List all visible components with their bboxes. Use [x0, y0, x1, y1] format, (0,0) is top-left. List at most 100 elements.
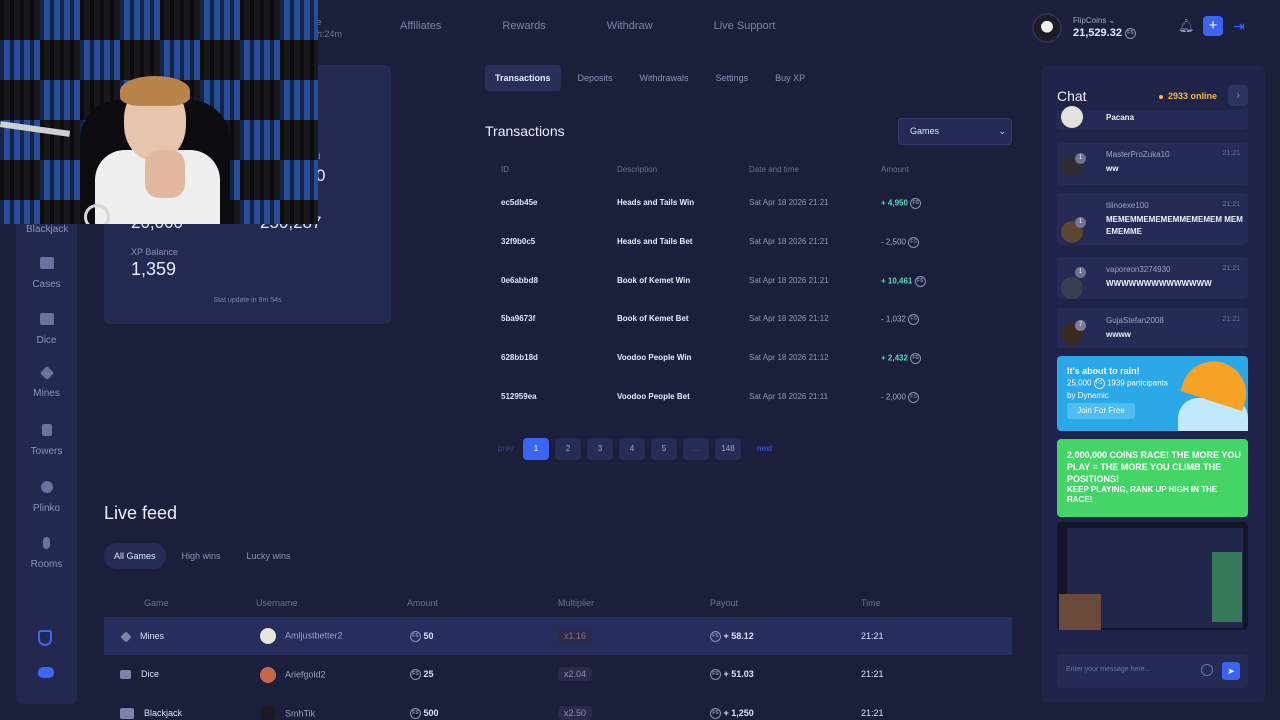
amount-cell: FS 25 [410, 669, 434, 681]
avatar [260, 667, 276, 683]
payout-cell: FS + 1,250 [710, 708, 754, 720]
username-cell[interactable]: Amljustbetter2 [260, 628, 343, 644]
nav-live-support[interactable]: Live Support [714, 20, 776, 32]
chat-time: 21:21 [1222, 201, 1240, 208]
tx-date: Sat Apr 18 2026 21:11 [749, 392, 829, 401]
pagination-page[interactable]: 1 [523, 438, 549, 460]
send-button[interactable]: ➤ [1222, 662, 1240, 680]
chat-username[interactable]: GujaStefan2008 [1106, 316, 1164, 325]
payout-cell: FS + 58.12 [710, 631, 754, 643]
column-header-description: Description [617, 165, 658, 174]
chat-time: 21:21 [1222, 265, 1240, 272]
tab-withdrawals[interactable]: Withdrawals [630, 65, 699, 91]
stat-update-timer: Stat update in 9m 54s [213, 297, 282, 304]
chevron-down-icon: ⌄ [998, 126, 1006, 136]
stream-thumbnail[interactable] [1057, 522, 1248, 630]
join-rain-button[interactable]: Join For Free [1067, 403, 1135, 419]
pagination-page[interactable]: 5 [651, 438, 677, 460]
pagination-page[interactable]: 148 [715, 438, 741, 460]
tx-amount: - 2,000 FS [881, 392, 920, 403]
column-header-username: Username [256, 598, 298, 608]
cases-icon [39, 257, 54, 269]
games-filter-select[interactable]: Games ⌄ [898, 118, 1012, 145]
pagination-next[interactable]: next [757, 438, 772, 460]
avatar [1061, 106, 1083, 128]
tx-id: 32f9b0c5 [501, 237, 536, 246]
sidebar-item-blackjack[interactable]: Blackjack [26, 224, 68, 235]
pagination-page[interactable]: 4 [619, 438, 645, 460]
level-badge: 7 [1075, 320, 1086, 331]
diamond-icon [39, 365, 54, 381]
tab-deposits[interactable]: Deposits [568, 65, 623, 91]
diamond-icon [120, 630, 132, 643]
tx-id: 628bb18d [501, 353, 538, 362]
rain-amount: 25,000 FS 1939 participants [1067, 378, 1168, 389]
multiplier-cell: x1.16 [558, 629, 593, 643]
user-name[interactable]: FlipCoins ⌄ [1073, 16, 1115, 25]
person-hands [145, 150, 185, 198]
nav-withdraw[interactable]: Withdraw [607, 20, 653, 32]
chat-username[interactable]: vaporeon3274930 [1106, 265, 1171, 274]
xp-balance-label: XP Balance [131, 247, 178, 257]
tx-id: 512959ea [501, 392, 537, 401]
tab-buy-xp[interactable]: Buy XP [765, 65, 815, 91]
sidebar-item-dice[interactable]: Dice [16, 313, 77, 348]
column-header-amount: Amount [881, 165, 909, 174]
nav-rewards[interactable]: Rewards [502, 20, 545, 32]
discord-icon[interactable] [38, 667, 54, 678]
pagination-prev[interactable]: prev [498, 438, 514, 460]
user-avatar[interactable] [1032, 13, 1062, 43]
bell-icon[interactable]: 🔔︎ [1178, 18, 1195, 34]
chat-input-placeholder[interactable]: Enter your message here... [1066, 666, 1150, 673]
chat-username[interactable]: tilinoexe100 [1106, 201, 1149, 210]
race-subtitle: KEEP PLAYING, RANK UP HIGH IN THE RACE! [1067, 485, 1218, 504]
sidebar-item-rooms[interactable]: Rooms [16, 537, 77, 572]
tx-amount: - 2,500 FS [881, 237, 920, 248]
pagination-page[interactable]: 2 [555, 438, 581, 460]
column-header-multiplier: Multiplier [558, 598, 595, 608]
chat-message: Pacana [1057, 106, 1248, 130]
username-cell[interactable]: SmhTik [260, 706, 315, 720]
nav-affiliates[interactable]: Affiliates [400, 20, 441, 32]
chat-username[interactable]: MasterProZuka10 [1106, 150, 1170, 159]
tab-high-wins[interactable]: High wins [172, 543, 231, 569]
tab-settings[interactable]: Settings [706, 65, 759, 91]
shield-icon[interactable] [38, 630, 52, 646]
multiplier-cell: x2.04 [558, 667, 593, 681]
game-cell: Dice [120, 669, 159, 680]
sidebar-item-cases[interactable]: Cases [16, 257, 77, 292]
chat-title: Chat [1057, 88, 1087, 104]
emoji-icon[interactable] [1201, 664, 1213, 676]
game-cell: Mines [120, 630, 164, 643]
tx-id: 5ba9673f [501, 314, 536, 323]
avatar [1061, 277, 1083, 299]
chat-collapse-button[interactable]: › [1228, 85, 1248, 106]
level-badge: 1 [1075, 217, 1086, 228]
chat-message: 7 GujaStefan2008 21:21 wwww [1057, 308, 1248, 348]
coin-icon: FS [908, 392, 920, 403]
sidebar-item-plinko[interactable]: Plinko [16, 481, 77, 516]
logout-icon[interactable]: ⇥ [1233, 18, 1245, 35]
column-header-amount: Amount [407, 598, 439, 608]
tx-date: Sat Apr 18 2026 21:21 [749, 237, 829, 246]
plinko-icon [40, 481, 53, 493]
tx-description: Voodoo People Win [617, 353, 692, 362]
microphone [84, 204, 110, 224]
coin-icon: FS [1125, 27, 1136, 39]
sidebar-item-mines[interactable]: Mines [16, 365, 77, 401]
deposit-plus-button[interactable]: + [1203, 16, 1223, 36]
time-cell: 21:21 [861, 631, 884, 641]
pagination-page[interactable]: 3 [587, 438, 613, 460]
username-cell[interactable]: Ariefgold2 [260, 667, 326, 683]
tab-all-games[interactable]: All Games [104, 543, 166, 569]
coin-icon: FS [910, 198, 922, 209]
tab-transactions[interactable]: Transactions [485, 65, 561, 91]
game-cell: Blackjack [120, 708, 182, 720]
column-header-game: Game [144, 598, 169, 608]
sidebar-item-towers[interactable]: Towers [16, 424, 77, 459]
tx-description: Voodoo People Bet [617, 392, 690, 401]
tx-date: Sat Apr 18 2026 21:12 [749, 353, 829, 362]
pagination-ellipsis: ... [683, 438, 709, 460]
amount-cell: FS 500 [410, 708, 439, 720]
tab-lucky-wins[interactable]: Lucky wins [237, 543, 301, 569]
